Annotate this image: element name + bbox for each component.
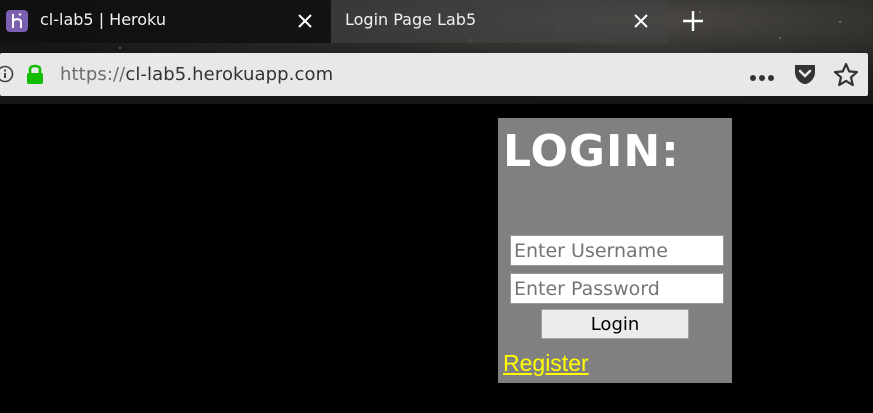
- tab-login-page[interactable]: Login Page Lab5: [331, 0, 667, 43]
- register-link[interactable]: Register: [503, 350, 589, 377]
- heroku-glyph: [12, 13, 22, 28]
- close-icon[interactable]: [294, 10, 316, 32]
- login-button[interactable]: Login: [541, 309, 689, 339]
- login-heading: LOGIN:: [503, 126, 680, 177]
- new-tab-plus-icon[interactable]: [681, 9, 705, 33]
- bookmark-star-icon[interactable]: [833, 62, 859, 92]
- pocket-icon[interactable]: [793, 63, 817, 89]
- url-bar[interactable]: https://cl-lab5.herokuapp.com: [0, 53, 868, 96]
- tab-title: Login Page Lab5: [345, 10, 477, 29]
- url-scheme: https://: [60, 64, 126, 85]
- info-icon[interactable]: [0, 65, 14, 87]
- url-host: cl-lab5.herokuapp.com: [125, 64, 334, 85]
- lock-icon[interactable]: [25, 63, 45, 89]
- page-content: LOGIN: Login Register: [0, 104, 873, 413]
- tab-heroku[interactable]: cl-lab5 | Heroku: [0, 0, 331, 43]
- login-panel: LOGIN: Login Register: [498, 118, 732, 383]
- more-actions-icon[interactable]: [749, 67, 775, 86]
- tab-bar: cl-lab5 | Heroku Login Page Lab5: [0, 0, 873, 43]
- password-field[interactable]: [510, 273, 724, 304]
- heroku-icon: [6, 10, 28, 32]
- username-field[interactable]: [510, 235, 724, 266]
- tab-title: cl-lab5 | Heroku: [40, 10, 166, 29]
- close-icon[interactable]: [630, 10, 652, 32]
- url-text[interactable]: https://cl-lab5.herokuapp.com: [60, 64, 333, 85]
- browser-chrome: cl-lab5 | Heroku Login Page Lab5 https:/…: [0, 0, 873, 104]
